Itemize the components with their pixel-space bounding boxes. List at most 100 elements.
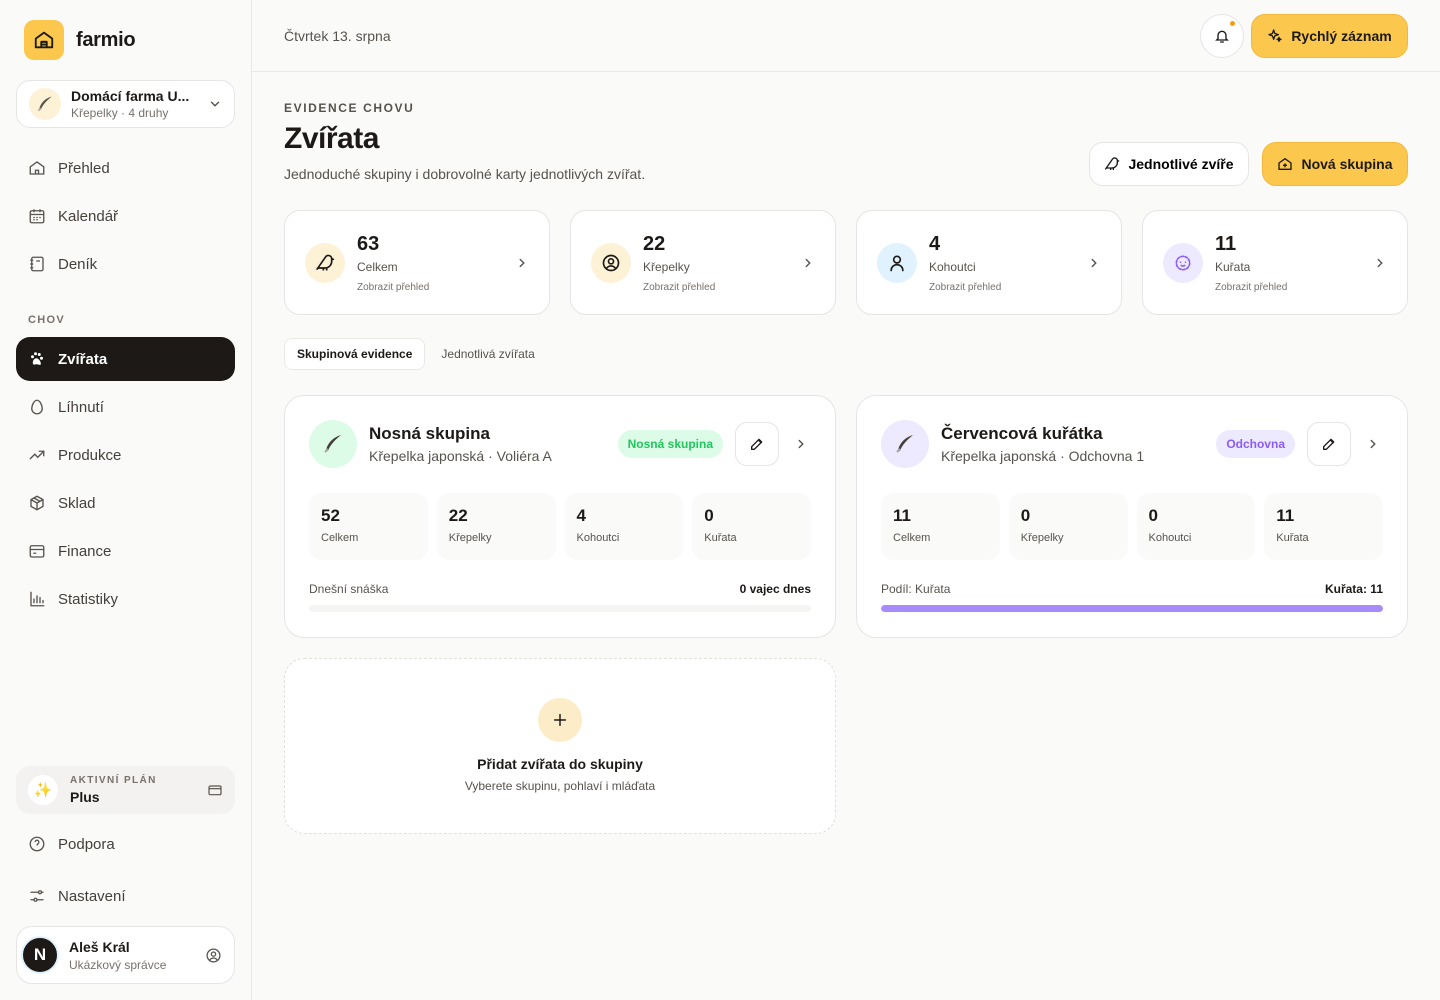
metric-value: 0 xyxy=(704,506,714,525)
stat-value: 63 xyxy=(357,232,380,255)
chevron-right-icon xyxy=(1373,256,1387,270)
user-role: Ukázkový správce xyxy=(69,957,167,972)
metric-kurata: 0 Kuřata xyxy=(692,493,811,560)
nav-item-sklad[interactable]: Sklad xyxy=(16,481,235,525)
metric-label: Celkem xyxy=(321,532,359,544)
metric-value: 11 xyxy=(893,506,911,525)
nav-item-label: Produkce xyxy=(58,446,122,464)
calendar-icon xyxy=(28,207,46,225)
chevron-right-icon xyxy=(794,437,808,451)
nav-item-label: Přehled xyxy=(58,159,110,177)
tab-jednotliva-zvirata[interactable]: Jednotlivá zvířata xyxy=(429,338,546,370)
quail-feather-icon xyxy=(29,88,61,120)
quail-feather-icon xyxy=(881,420,929,468)
footer-value: 0 vajec dnes xyxy=(739,582,811,596)
metric-kohoutci: 4 Kohoutci xyxy=(564,493,684,560)
nav-item-zvirata[interactable]: Zvířata xyxy=(16,337,235,381)
metric-label: Kohoutci xyxy=(1148,532,1192,544)
tab-skupinova-evidence[interactable]: Skupinová evidence xyxy=(284,338,426,370)
quick-record-label: Rychlý záznam xyxy=(1291,28,1392,44)
nav-item-label: Deník xyxy=(58,255,98,273)
group-metrics: 52 Celkem 22 Křepelky 4 Kohoutci 0 Kuřata xyxy=(309,493,811,560)
sparkles-icon xyxy=(1267,28,1283,44)
stat-label: Křepelky xyxy=(643,259,690,274)
user-profile[interactable]: N Aleš Král Ukázkový správce xyxy=(16,926,235,984)
pencil-icon xyxy=(1321,436,1337,452)
settings-icon xyxy=(28,887,46,905)
stat-label: Kohoutci xyxy=(929,259,976,274)
nav-item-kalendar[interactable]: Kalendář xyxy=(16,194,235,238)
metric-celkem: 11 Celkem xyxy=(881,493,1000,560)
chart-icon xyxy=(28,590,46,608)
group-card-nosna-skupina[interactable]: Nosná skupina Křepelka japonská · Voliér… xyxy=(284,395,836,638)
nav-item-statistiky[interactable]: Statistiky xyxy=(16,577,235,621)
stat-label: Kuřata xyxy=(1215,259,1251,274)
nav-item-finance[interactable]: Finance xyxy=(16,529,235,573)
nav-item-lihnuti[interactable]: Líhnutí xyxy=(16,385,235,429)
wallet-icon xyxy=(28,542,46,560)
bottom-nav: Podpora Nastavení xyxy=(16,822,235,922)
sparkles-icon: ✨ xyxy=(28,775,58,805)
open-group-chevron[interactable] xyxy=(791,437,811,451)
stat-label: Celkem xyxy=(357,259,398,274)
farm-subtitle: Křepelky · 4 druhy xyxy=(71,106,169,120)
edit-group-button[interactable] xyxy=(1307,422,1351,466)
page-title: Zvířata xyxy=(284,122,379,155)
metric-value: 4 xyxy=(576,506,586,525)
stat-card-krepelky[interactable]: 22 Křepelky Zobrazit přehled xyxy=(570,210,836,315)
metric-value: 0 xyxy=(1148,506,1158,525)
metric-celkem: 52 Celkem xyxy=(309,493,428,560)
metric-label: Křepelky xyxy=(1020,532,1064,544)
progress-bar xyxy=(881,605,1383,612)
female-icon xyxy=(591,243,631,283)
progress-bar xyxy=(309,605,811,612)
quick-record-button[interactable]: Rychlý záznam xyxy=(1251,14,1408,58)
edit-group-button[interactable] xyxy=(735,422,779,466)
metric-value: 0 xyxy=(1020,506,1031,525)
new-group-label: Nová skupina xyxy=(1301,156,1393,172)
group-card-cervencova-kuratka[interactable]: Červencová kuřátka Křepelka japonská · O… xyxy=(856,395,1408,638)
nav-item-denik[interactable]: Deník xyxy=(16,242,235,286)
chevron-right-icon xyxy=(801,256,815,270)
stat-link: Zobrazit přehled xyxy=(643,281,716,293)
trend-icon xyxy=(28,446,46,464)
nav-item-nastaveni[interactable]: Nastavení xyxy=(16,874,235,918)
nav-item-label: Statistiky xyxy=(58,590,119,608)
nav-item-prehled[interactable]: Přehled xyxy=(16,146,235,190)
topbar: Čtvrtek 13. srpna Rychlý záznam xyxy=(252,0,1440,72)
metric-label: Křepelky xyxy=(448,532,492,544)
single-animal-button[interactable]: Jednotlivé zvíře xyxy=(1089,142,1249,186)
active-plan[interactable]: ✨ AKTIVNÍ PLÁN Plus xyxy=(16,766,235,814)
notebook-icon xyxy=(28,255,46,273)
house-plus-icon xyxy=(1277,156,1293,172)
nav-item-podpora[interactable]: Podpora xyxy=(16,822,235,866)
chick-icon xyxy=(1163,243,1203,283)
stat-link: Zobrazit přehled xyxy=(357,281,430,293)
new-group-button[interactable]: Nová skupina xyxy=(1262,142,1408,186)
farm-switcher[interactable]: Domácí farma U... Křepelky · 4 druhy xyxy=(16,80,235,128)
stat-value: 4 xyxy=(929,232,941,255)
open-group-chevron[interactable] xyxy=(1363,437,1383,451)
stat-card-kurata[interactable]: 11 Kuřata Zobrazit přehled xyxy=(1142,210,1408,315)
nav-section-chov: CHOV xyxy=(28,314,65,326)
plus-icon xyxy=(538,698,582,742)
stats-row: 63 Celkem Zobrazit přehled 22 Křepelky Z… xyxy=(284,210,1408,315)
metric-value: 22 xyxy=(448,506,468,525)
stat-card-celkem[interactable]: 63 Celkem Zobrazit přehled xyxy=(284,210,550,315)
add-animals-card[interactable]: Přidat zvířata do skupiny Vyberete skupi… xyxy=(284,658,836,834)
nav-item-produkce[interactable]: Produkce xyxy=(16,433,235,477)
page-eyebrow: EVIDENCE CHOVU xyxy=(284,101,415,115)
stat-link: Zobrazit přehled xyxy=(929,281,1002,293)
user-circle-icon xyxy=(205,947,222,964)
brand[interactable]: farmio xyxy=(24,20,136,60)
stat-card-kohoutci[interactable]: 4 Kohoutci Zobrazit přehled xyxy=(856,210,1122,315)
bell-icon xyxy=(1214,28,1230,44)
page-subtitle: Jednoduché skupiny i dobrovolné karty je… xyxy=(284,166,646,182)
nav-item-label: Sklad xyxy=(58,494,96,512)
chevron-down-icon xyxy=(208,97,222,111)
status-badge: Odchovna xyxy=(1216,430,1295,458)
view-tabs: Skupinová evidence Jednotlivá zvířata xyxy=(284,338,547,370)
notifications-button[interactable] xyxy=(1200,14,1244,58)
metric-krepelky: 0 Křepelky xyxy=(1008,493,1128,560)
nav-item-label: Kalendář xyxy=(58,207,119,225)
